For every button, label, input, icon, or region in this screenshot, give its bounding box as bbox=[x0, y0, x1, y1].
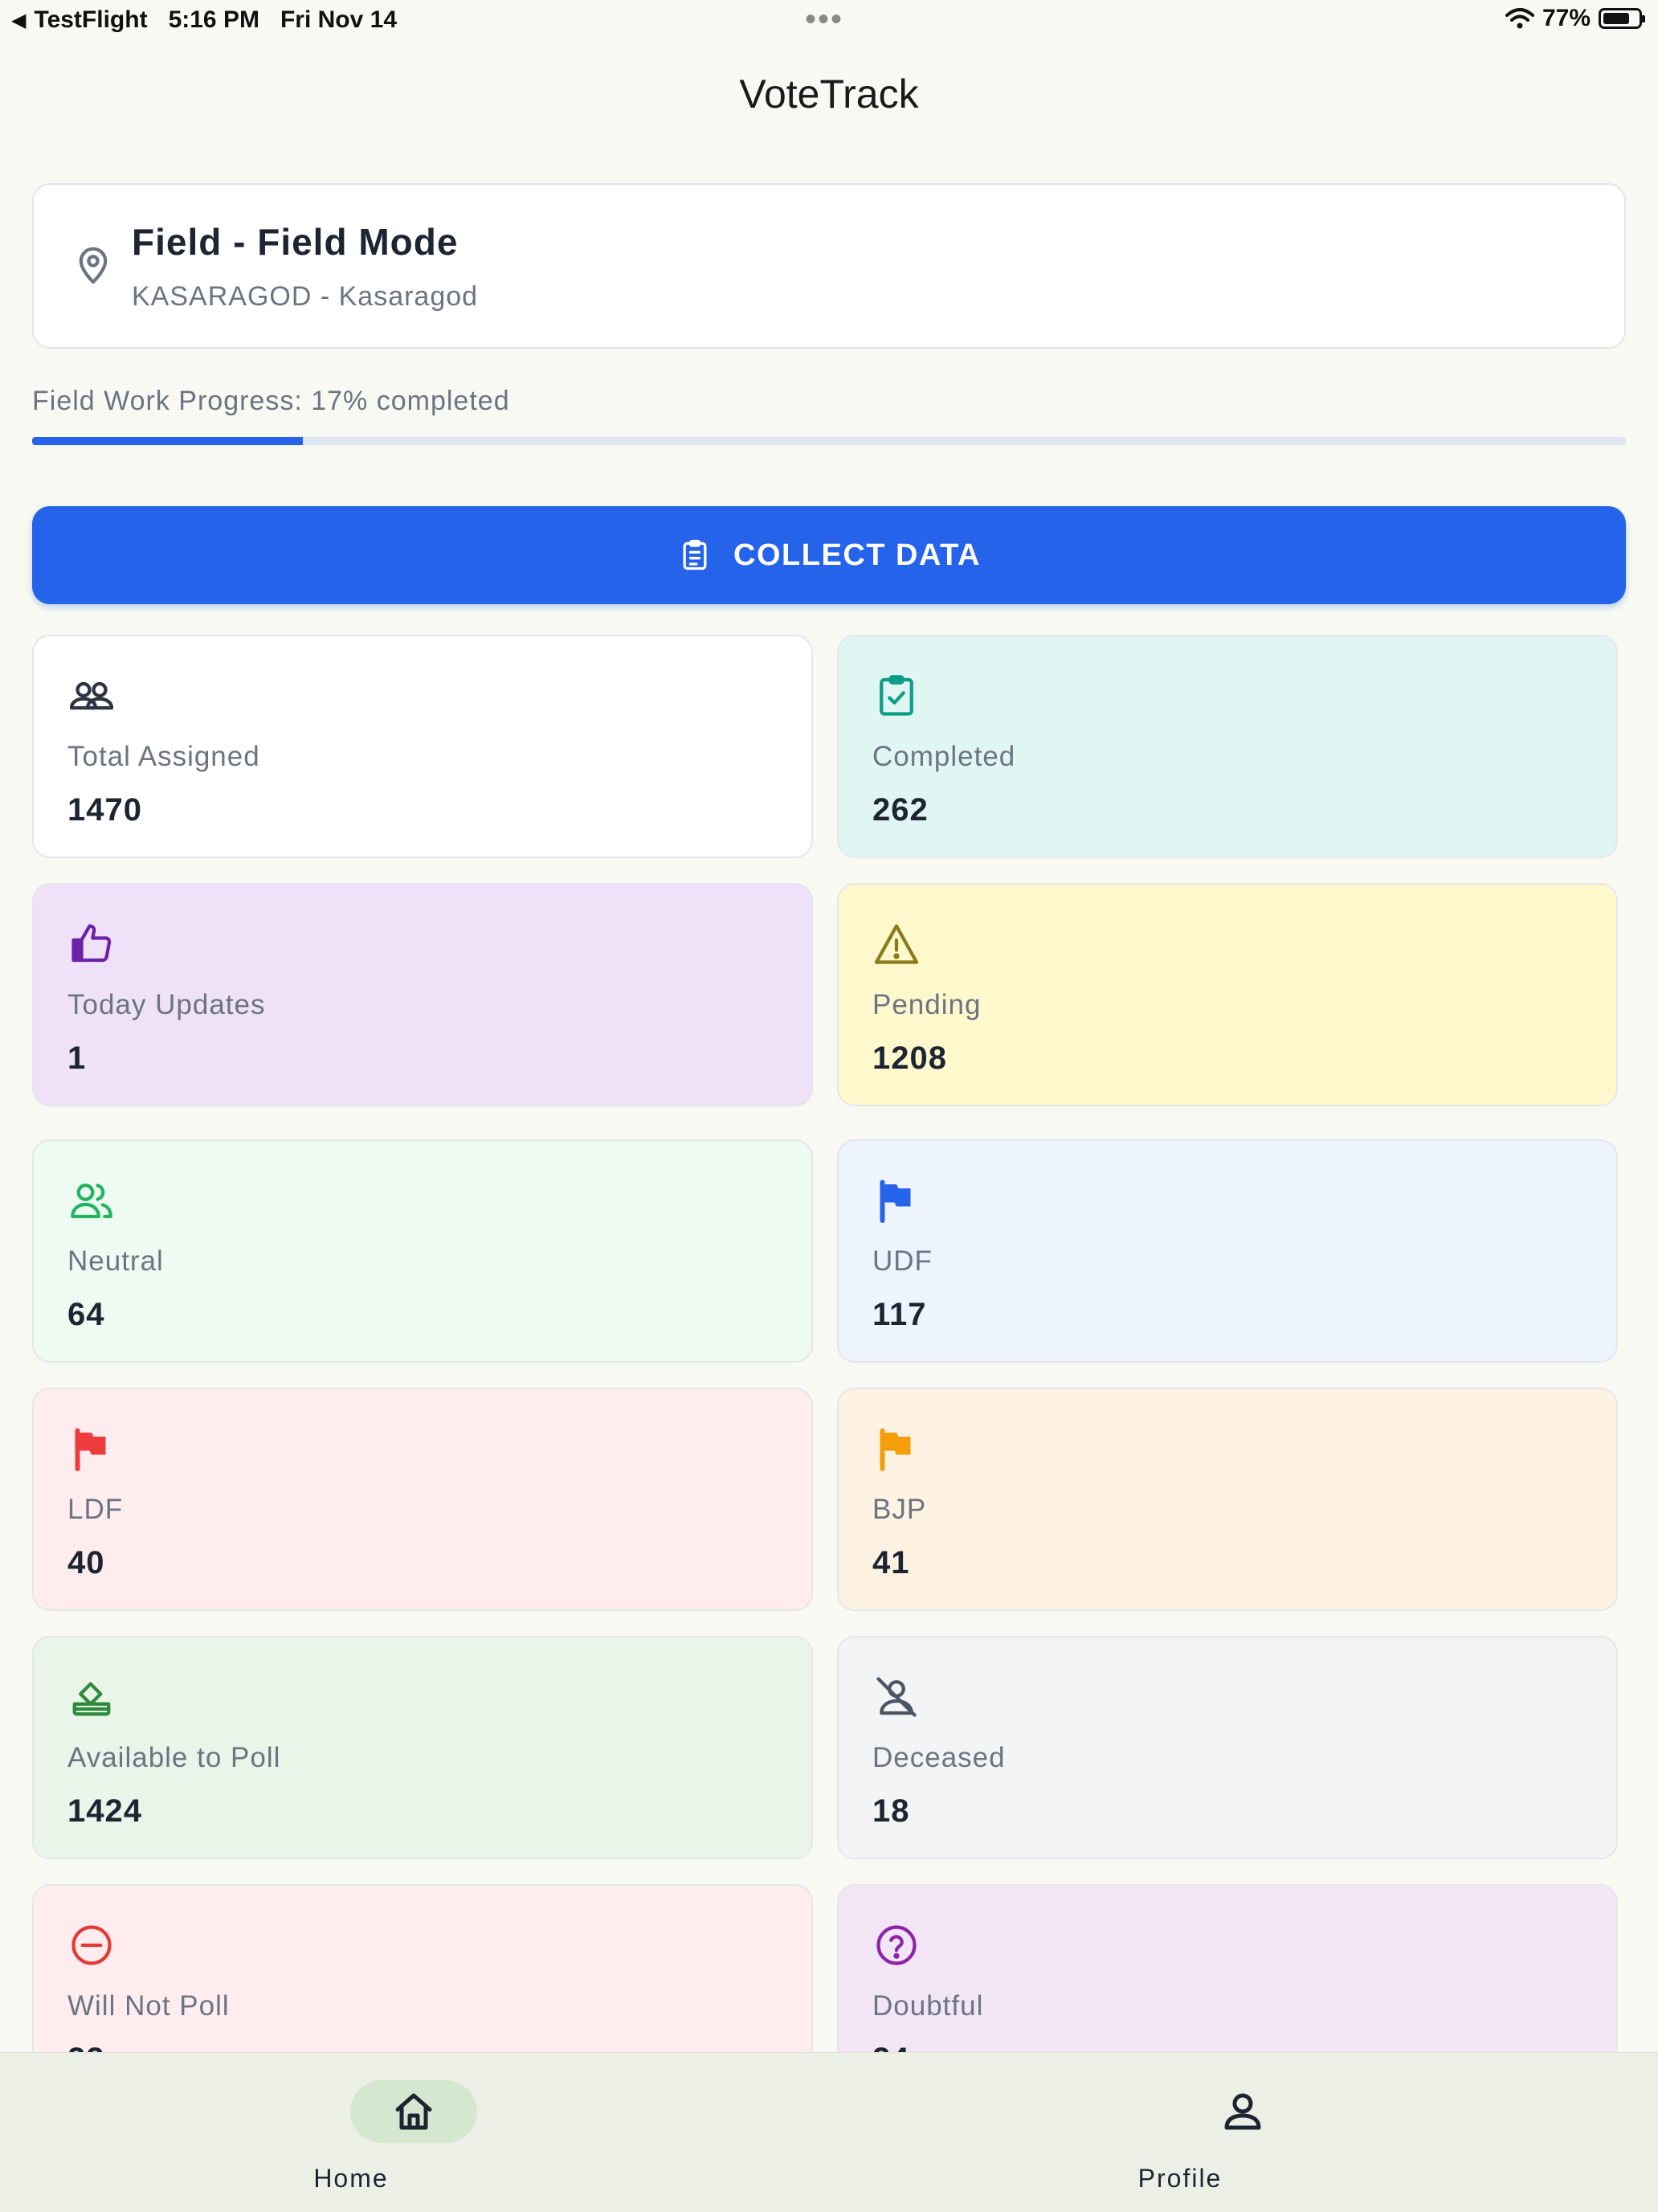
stat-value: 41 bbox=[872, 1545, 910, 1580]
back-arrow-icon[interactable]: ◀ bbox=[11, 9, 26, 32]
stat-label: Completed bbox=[872, 741, 1016, 772]
thumbs-up-icon bbox=[71, 924, 112, 963]
stat-value: 1470 bbox=[67, 792, 142, 828]
location-subtitle: KASARAGOD - Kasaragod bbox=[132, 281, 479, 312]
location-pin-icon bbox=[79, 247, 108, 284]
stat-label: Today Updates bbox=[67, 989, 266, 1020]
stat-label: Doubtful bbox=[872, 1990, 984, 2022]
people-icon bbox=[69, 681, 114, 710]
profile-icon bbox=[1224, 2093, 1261, 2130]
progress-label: Field Work Progress: 17% completed bbox=[32, 386, 510, 416]
stat-value: 117 bbox=[872, 1297, 927, 1332]
nav-home-label: Home bbox=[313, 2164, 389, 2193]
stat-card-total-assigned[interactable]: Total Assigned 1470 bbox=[32, 635, 813, 858]
stat-value: 18 bbox=[872, 1793, 910, 1829]
stat-label: Total Assigned bbox=[67, 741, 260, 772]
bottom-navigation: Home Profile bbox=[0, 2052, 1658, 2212]
stat-value: 1 bbox=[67, 1041, 87, 1076]
back-app-label[interactable]: TestFlight bbox=[34, 6, 147, 34]
stat-label: UDF bbox=[872, 1245, 933, 1277]
clipboard-list-icon bbox=[683, 539, 707, 570]
wifi-icon bbox=[1505, 8, 1534, 29]
minus-circle-icon bbox=[71, 1925, 112, 1965]
stat-value: 1208 bbox=[872, 1041, 947, 1076]
help-circle-icon bbox=[876, 1925, 917, 1965]
stat-value: 64 bbox=[67, 1297, 105, 1332]
stat-label: Neutral bbox=[67, 1245, 164, 1277]
battery-percent: 77% bbox=[1542, 5, 1591, 31]
stat-label: Available to Poll bbox=[67, 1742, 281, 1773]
stat-card-bjp[interactable]: BJP 41 bbox=[837, 1388, 1618, 1611]
flag-icon bbox=[75, 1428, 106, 1471]
stat-label: BJP bbox=[872, 1494, 927, 1525]
status-bar: ◀ TestFlight 5:16 PM Fri Nov 14 ••• 77% bbox=[0, 0, 1658, 40]
stat-card-udf[interactable]: UDF 117 bbox=[837, 1139, 1618, 1363]
stat-value: 262 bbox=[872, 792, 929, 828]
collect-data-label: COLLECT DATA bbox=[733, 538, 981, 572]
stat-label: Will Not Poll bbox=[67, 1990, 230, 2022]
clipboard-check-icon bbox=[880, 675, 913, 716]
progress-bar bbox=[32, 437, 1626, 445]
status-time: 5:16 PM bbox=[168, 6, 259, 33]
battery-icon bbox=[1599, 8, 1645, 29]
status-date: Fri Nov 14 bbox=[280, 6, 398, 33]
location-card: Field - Field Mode KASARAGOD - Kasaragod bbox=[32, 183, 1626, 349]
stat-label: Pending bbox=[872, 989, 982, 1020]
progress-fill bbox=[32, 437, 304, 445]
stat-card-deceased[interactable]: Deceased 18 bbox=[837, 1636, 1618, 1859]
multitask-dots-icon[interactable]: ••• bbox=[805, 3, 843, 35]
stat-card-ldf[interactable]: LDF 40 bbox=[32, 1388, 813, 1611]
group-icon bbox=[71, 1184, 112, 1219]
stat-card-completed[interactable]: Completed 262 bbox=[837, 635, 1618, 858]
nav-profile[interactable]: Profile bbox=[1070, 2053, 1391, 2212]
nav-profile-label: Profile bbox=[1137, 2164, 1223, 2193]
stat-value: 1424 bbox=[67, 1793, 142, 1829]
nav-home[interactable]: Home bbox=[241, 2053, 562, 2212]
collect-data-button[interactable]: COLLECT DATA bbox=[32, 506, 1626, 604]
location-title: Field - Field Mode bbox=[132, 221, 459, 263]
person-off-icon bbox=[876, 1677, 917, 1717]
stat-card-pending[interactable]: Pending 1208 bbox=[837, 883, 1618, 1106]
app-title: VoteTrack bbox=[739, 72, 919, 117]
stat-card-today-updates[interactable]: Today Updates 1 bbox=[32, 883, 813, 1106]
flag-icon bbox=[880, 1428, 911, 1471]
flag-icon bbox=[880, 1180, 911, 1223]
stat-value: 40 bbox=[67, 1545, 105, 1580]
stat-label: Deceased bbox=[872, 1742, 1006, 1773]
stat-label: LDF bbox=[67, 1494, 124, 1525]
warning-icon bbox=[874, 924, 919, 964]
stat-card-neutral[interactable]: Neutral 64 bbox=[32, 1139, 813, 1363]
ballot-icon bbox=[72, 1682, 111, 1716]
home-icon bbox=[395, 2093, 432, 2130]
stat-card-available-to-poll[interactable]: Available to Poll 1424 bbox=[32, 1636, 813, 1859]
